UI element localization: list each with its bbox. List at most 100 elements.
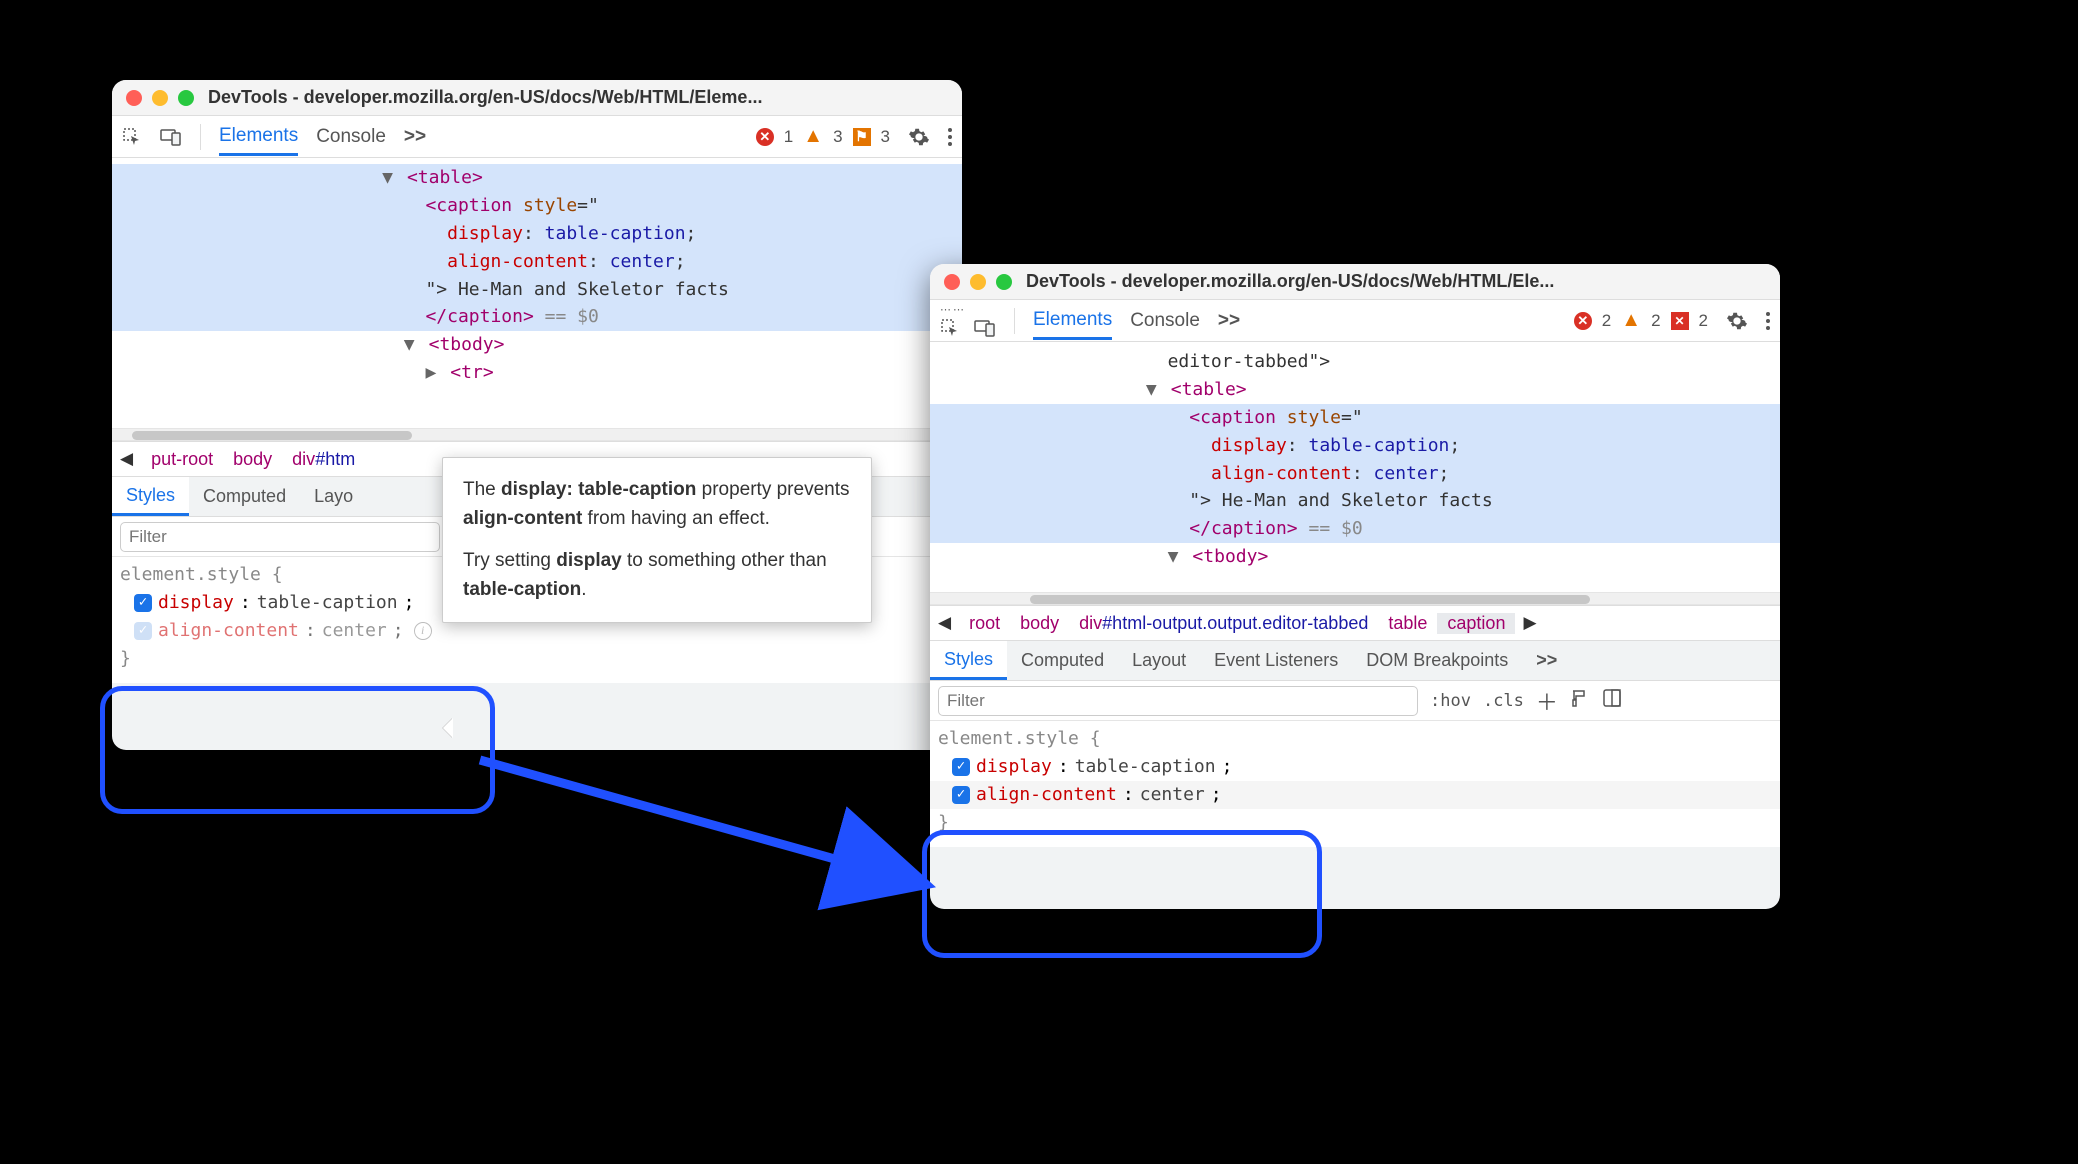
toolbar: ⋯⋯ Elements Console >> ✕ 2 ▲ 2 ✕ 2 [930, 300, 1780, 342]
crumb-item[interactable]: put-root [141, 449, 223, 470]
settings-gear-icon[interactable] [1726, 310, 1748, 332]
subtab-styles[interactable]: Styles [112, 477, 189, 516]
kebab-menu-icon[interactable] [948, 128, 952, 146]
property-checkbox[interactable]: ✓ [952, 786, 970, 804]
warning-count: 2 [1651, 311, 1660, 331]
css-property-name[interactable]: align-content [976, 781, 1117, 809]
disclosure-triangle-icon[interactable]: ▼ [382, 164, 396, 192]
property-checkbox[interactable]: ✓ [134, 594, 152, 612]
crumb-item[interactable]: caption [1437, 613, 1515, 634]
class-toggle[interactable]: .cls [1483, 691, 1524, 711]
filter-bar: :hov .cls ＋ [930, 681, 1780, 721]
horizontal-scrollbar[interactable] [112, 428, 962, 441]
warning-icon[interactable]: ▲ [803, 125, 823, 148]
close-icon[interactable] [126, 90, 142, 106]
tab-elements[interactable]: Elements [219, 125, 298, 156]
tab-console[interactable]: Console [1130, 310, 1200, 332]
subtab-dom-breakpoints[interactable]: DOM Breakpoints [1352, 641, 1522, 680]
issues-icon[interactable]: ✕ [1671, 312, 1689, 330]
issues-icon[interactable]: ⚑ [853, 128, 871, 146]
css-property-value[interactable]: table-caption [1075, 753, 1216, 781]
traffic-lights [126, 90, 194, 106]
devtools-window-before: DevTools - developer.mozilla.org/en-US/d… [112, 80, 962, 750]
disclosure-triangle-icon[interactable]: ▼ [1146, 376, 1160, 404]
css-property-value[interactable]: center [322, 617, 387, 645]
css-property-value[interactable]: table-caption [257, 589, 398, 617]
status-icons: ✕ 1 ▲ 3 ⚑ 3 [756, 125, 890, 148]
filter-input[interactable] [120, 522, 440, 552]
crumb-item[interactable]: div#html-output.output.editor-tabbed [1069, 613, 1378, 634]
warning-count: 3 [833, 127, 842, 147]
subtab-layout[interactable]: Layout [1118, 641, 1200, 680]
computed-panel-icon[interactable] [1602, 688, 1622, 713]
zoom-icon[interactable] [996, 274, 1012, 290]
issues-count: 2 [1699, 311, 1708, 331]
titlebar[interactable]: DevTools - developer.mozilla.org/en-US/d… [112, 80, 962, 116]
close-icon[interactable] [944, 274, 960, 290]
info-icon[interactable]: i [414, 622, 432, 640]
annotation-arrow-icon [440, 740, 1000, 970]
more-tabs-icon[interactable]: >> [404, 126, 426, 148]
subtab-layout[interactable]: Layo [300, 477, 367, 516]
device-toggle-icon[interactable] [974, 318, 996, 338]
disclosure-triangle-icon[interactable]: ▶ [425, 359, 439, 387]
more-subtabs-icon[interactable]: >> [1522, 641, 1571, 680]
crumb-item[interactable]: body [1010, 613, 1069, 634]
inspect-icon[interactable] [940, 318, 960, 338]
subtab-event-listeners[interactable]: Event Listeners [1200, 641, 1352, 680]
hover-toggle[interactable]: :hov [1430, 691, 1471, 711]
horizontal-scrollbar[interactable] [930, 592, 1780, 605]
more-tabs-icon[interactable]: >> [1218, 310, 1240, 332]
device-toggle-icon[interactable] [160, 128, 182, 146]
inspect-icon[interactable] [122, 127, 142, 147]
property-checkbox[interactable]: ✓ [952, 758, 970, 776]
tab-console[interactable]: Console [316, 126, 386, 148]
error-icon[interactable]: ✕ [1574, 312, 1592, 330]
rule-close: } [120, 648, 131, 669]
css-property-name[interactable]: display [976, 753, 1052, 781]
kebab-menu-icon[interactable] [1766, 312, 1770, 330]
paint-icon[interactable] [1570, 688, 1590, 713]
settings-gear-icon[interactable] [908, 126, 930, 148]
status-icons: ✕ 2 ▲ 2 ✕ 2 [1574, 309, 1708, 332]
filter-input[interactable] [938, 686, 1418, 716]
warning-icon[interactable]: ▲ [1621, 309, 1641, 332]
breadcrumb-prev-icon[interactable]: ◀ [930, 613, 959, 633]
crumb-item[interactable]: table [1378, 613, 1437, 634]
minimize-icon[interactable] [970, 274, 986, 290]
minimize-icon[interactable] [152, 90, 168, 106]
rule-selector: element.style { [120, 564, 283, 585]
devtools-window-after: DevTools - developer.mozilla.org/en-US/d… [930, 264, 1780, 909]
rule-close: } [938, 812, 949, 833]
add-rule-icon[interactable]: ＋ [1536, 685, 1558, 717]
property-checkbox[interactable]: ✓ [134, 622, 152, 640]
titlebar[interactable]: DevTools - developer.mozilla.org/en-US/d… [930, 264, 1780, 300]
subtab-styles[interactable]: Styles [930, 641, 1007, 680]
breadcrumb-next-icon[interactable]: ▶ [1515, 613, 1544, 633]
issues-count: 3 [881, 127, 890, 147]
css-property-value[interactable]: center [1140, 781, 1205, 809]
styles-panel[interactable]: element.style { ✓ display: table-caption… [930, 721, 1780, 847]
subtab-computed[interactable]: Computed [189, 477, 300, 516]
drag-handle-icon[interactable]: ⋯⋯ [940, 303, 996, 316]
error-icon[interactable]: ✕ [756, 128, 774, 146]
crumb-item[interactable]: root [959, 613, 1010, 634]
crumb-item[interactable]: body [223, 449, 282, 470]
error-count: 1 [784, 127, 793, 147]
css-property-name[interactable]: align-content [158, 617, 299, 645]
zoom-icon[interactable] [178, 90, 194, 106]
error-count: 2 [1602, 311, 1611, 331]
subtab-computed[interactable]: Computed [1007, 641, 1118, 680]
property-hint-tooltip: The display: table-caption property prev… [442, 457, 872, 623]
rule-selector: element.style { [938, 728, 1101, 749]
breadcrumb-prev-icon[interactable]: ◀ [112, 449, 141, 469]
dom-tree[interactable]: ▼ <table> <caption style=" display: tabl… [112, 158, 962, 428]
toolbar: Elements Console >> ✕ 1 ▲ 3 ⚑ 3 [112, 116, 962, 158]
disclosure-triangle-icon[interactable]: ▼ [1168, 543, 1182, 571]
tab-elements[interactable]: Elements [1033, 309, 1112, 340]
dom-tree[interactable]: editor-tabbed"> ▼ <table> <caption style… [930, 342, 1780, 592]
css-property-name[interactable]: display [158, 589, 234, 617]
disclosure-triangle-icon[interactable]: ▼ [404, 331, 418, 359]
crumb-item[interactable]: div#htm [282, 449, 365, 470]
breadcrumb[interactable]: ◀ root body div#html-output.output.edito… [930, 605, 1780, 641]
